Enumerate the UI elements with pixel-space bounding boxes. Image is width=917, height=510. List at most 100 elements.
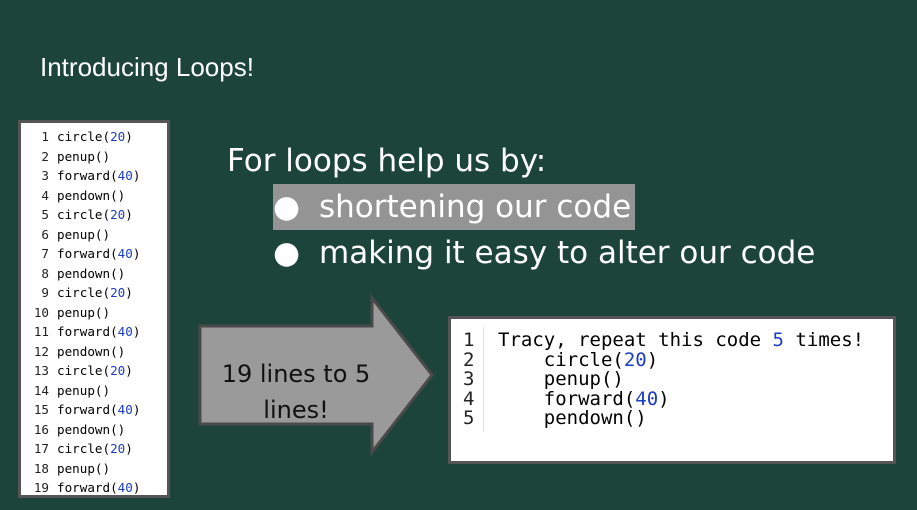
code-text: pendown() <box>57 421 126 437</box>
line-number: 5 <box>451 405 484 432</box>
line-number: 7 <box>41 246 49 261</box>
code-text: penup() <box>57 382 111 398</box>
code-line: 1 circle(20) <box>21 127 167 147</box>
code-number: 20 <box>623 348 647 371</box>
code-text: forward( <box>57 480 118 495</box>
code-line: 12 pendown() <box>21 342 167 362</box>
code-text: forward( <box>57 168 118 183</box>
code-number: 40 <box>117 168 133 183</box>
code-text: forward( <box>57 246 118 261</box>
code-line: 3 penup() <box>451 366 893 393</box>
bullet-list: ● shortening our code ● making it easy to … <box>273 184 815 276</box>
code-text: ) <box>132 246 141 261</box>
bullet-text: making it easy to alter our code <box>319 235 816 271</box>
code-line: 2 penup() <box>21 147 167 167</box>
code-number: 40 <box>117 402 133 417</box>
code-text: ) <box>132 480 141 495</box>
code-line: 10 penup() <box>21 303 167 323</box>
code-text: pendown() <box>57 187 126 203</box>
line-number: 13 <box>33 363 49 378</box>
code-text: pendown() <box>498 407 647 429</box>
line-number: 10 <box>33 304 49 320</box>
line-number: 19 <box>33 480 49 495</box>
code-line: 15 forward(40) <box>21 400 167 420</box>
code-line: 13 circle(20) <box>21 361 167 381</box>
code-line: 16 pendown() <box>21 420 167 440</box>
line-number: 5 <box>41 207 49 222</box>
line-number: 6 <box>41 226 49 242</box>
code-number: 20 <box>110 207 126 222</box>
code-text: circle( <box>57 441 111 456</box>
code-number: 20 <box>110 129 126 144</box>
line-number: 8 <box>41 265 49 281</box>
bullet-dot-icon: ● <box>273 235 301 271</box>
code-number: 40 <box>117 480 133 495</box>
code-line: 1 Tracy, repeat this code 5 times! <box>451 327 893 354</box>
bullet-item-shortening: ● shortening our code <box>273 184 815 230</box>
line-number: 3 <box>41 168 49 183</box>
code-text: ) <box>125 363 133 378</box>
line-number: 4 <box>41 187 49 203</box>
code-text: circle( <box>57 207 111 222</box>
line-number: 1 <box>41 129 49 144</box>
code-line: 7 forward(40) <box>21 244 167 264</box>
line-number: 17 <box>33 441 49 456</box>
bullet-text: shortening our code <box>319 189 632 225</box>
code-text: pendown() <box>57 343 126 359</box>
code-number: 5 <box>772 329 784 351</box>
code-text: penup() <box>57 460 111 476</box>
line-number: 18 <box>33 460 49 476</box>
code-number: 20 <box>110 363 126 378</box>
line-number: 12 <box>33 343 49 359</box>
code-text: ) <box>125 441 133 456</box>
code-text: ) <box>132 324 141 339</box>
line-number: 11 <box>33 324 49 339</box>
code-line: 5 circle(20) <box>21 205 167 225</box>
code-number: 20 <box>110 441 126 456</box>
bullet-dot-icon: ● <box>273 189 301 225</box>
line-number: 15 <box>33 402 49 417</box>
bullet-item-alter: ● making it easy to alter our code <box>273 230 815 276</box>
code-line: 6 penup() <box>21 225 167 245</box>
code-text: ) <box>125 129 133 144</box>
code-line: 18 penup() <box>21 459 167 479</box>
code-line: 3 forward(40) <box>21 166 167 186</box>
code-text: circle( <box>57 363 111 378</box>
code-listing-long: 1 circle(20) 2 penup() 3 forward(40) 4 pendown(… <box>18 120 170 498</box>
code-listing-loop: 1 Tracy, repeat this code 5 times! 2 circl… <box>448 316 896 464</box>
code-text: penup() <box>57 226 111 242</box>
code-line: 4 pendown() <box>21 186 167 206</box>
code-line: 8 pendown() <box>21 264 167 284</box>
arrow-label-line-2: lines! <box>263 396 329 424</box>
line-number: 9 <box>41 285 49 300</box>
code-number: 40 <box>117 324 133 339</box>
arrow-label-line-1: 19 lines to 5 <box>221 360 371 388</box>
line-number: 2 <box>41 148 49 164</box>
code-line: 14 penup() <box>21 381 167 401</box>
code-text: times! <box>784 329 865 351</box>
code-number: 20 <box>110 285 126 300</box>
code-text: ) <box>658 387 670 410</box>
code-text: ) <box>132 402 141 417</box>
bullets-heading: For loops help us by: <box>227 143 547 179</box>
slide-title: Introducing Loops! <box>40 52 254 82</box>
line-number: 16 <box>33 421 49 437</box>
code-text: forward( <box>57 324 118 339</box>
code-text: pendown() <box>57 265 126 281</box>
code-text: ) <box>132 168 141 183</box>
code-text: ) <box>125 207 133 222</box>
code-text: circle( <box>57 285 111 300</box>
code-line: 19 forward(40) <box>21 478 167 498</box>
code-line: 4 forward(40) <box>451 385 893 412</box>
arrow-label: 19 lines to 5 lines! <box>206 356 386 428</box>
code-number: 40 <box>117 246 133 261</box>
code-text: ) <box>646 348 659 371</box>
code-text: circle( <box>57 129 111 144</box>
highlight-box: ● shortening our code <box>273 184 636 230</box>
code-line: 9 circle(20) <box>21 283 167 303</box>
code-text: forward( <box>57 402 118 417</box>
code-line: 5 pendown() <box>451 405 893 432</box>
code-line: 11 forward(40) <box>21 322 167 342</box>
code-text: penup() <box>57 148 111 164</box>
code-text: penup() <box>57 304 111 320</box>
